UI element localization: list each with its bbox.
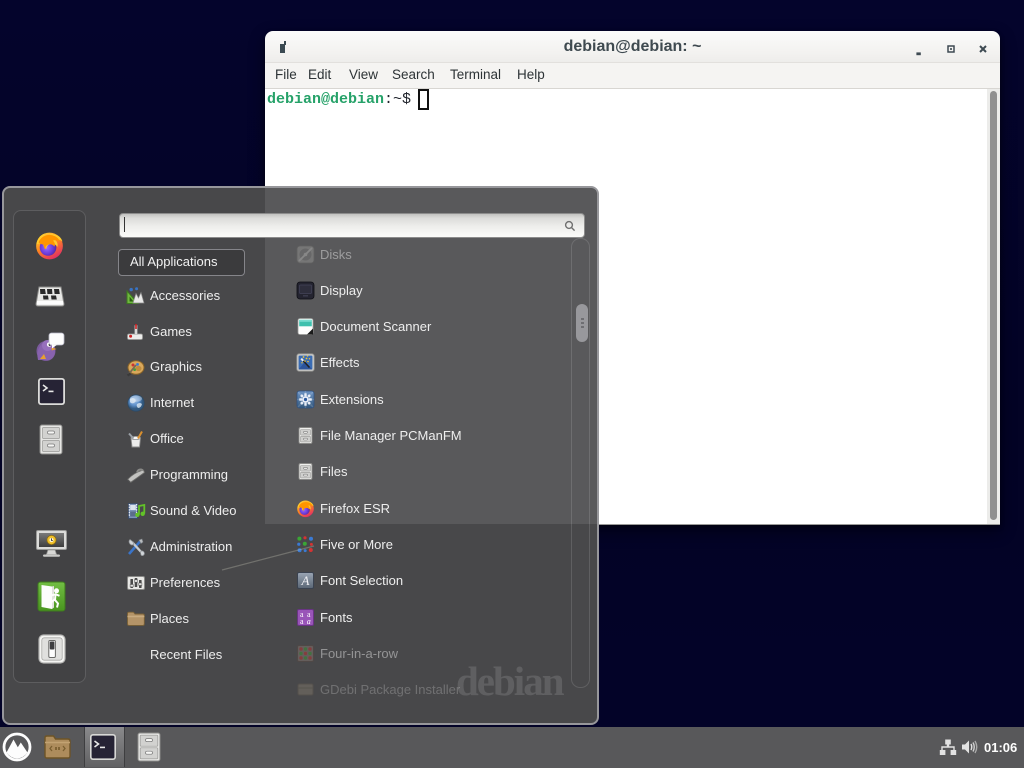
svg-text:a: a (300, 617, 304, 626)
svg-text:a: a (307, 617, 311, 626)
